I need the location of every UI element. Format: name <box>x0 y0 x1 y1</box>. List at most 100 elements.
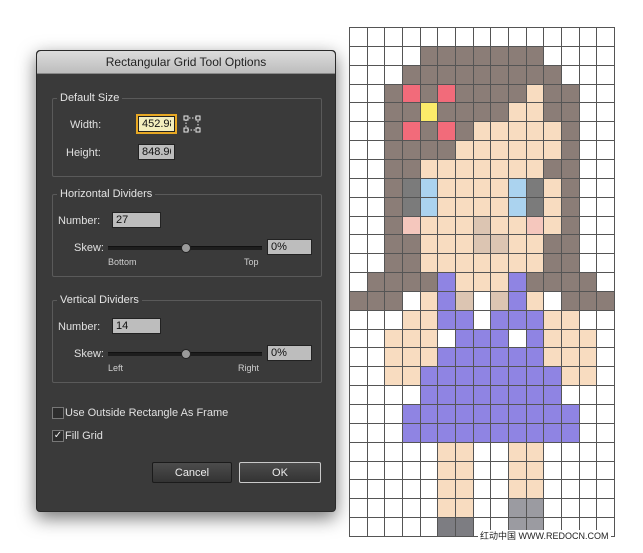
grid-cell <box>385 178 403 198</box>
fill-grid-checkbox[interactable]: ✓ <box>52 430 64 442</box>
grid-cell <box>350 84 368 104</box>
grid-cell <box>402 273 421 292</box>
use-outside-rect-checkbox[interactable] <box>52 407 64 419</box>
grid-cell <box>438 254 456 274</box>
grid-cell <box>455 46 474 66</box>
vertical-dividers-group: Vertical Dividers <box>52 293 322 383</box>
vertical-skew-min-label: Left <box>108 363 124 373</box>
grid-cell <box>438 141 456 160</box>
height-field[interactable] <box>138 144 175 160</box>
grid-cell <box>367 310 386 330</box>
height-label: Height: <box>66 147 101 159</box>
grid-cell <box>402 480 421 500</box>
grid-cell <box>579 178 598 198</box>
grid-cell <box>473 197 492 217</box>
grid-cell <box>544 65 562 85</box>
grid-cell <box>367 405 386 424</box>
grid-cell <box>579 159 598 179</box>
grid-cell <box>491 461 509 481</box>
grid-cell <box>473 273 492 292</box>
grid-cell <box>367 46 386 66</box>
grid-cell <box>579 405 598 424</box>
grid-cell <box>508 499 527 519</box>
grid-cell <box>350 348 368 368</box>
grid-cell <box>526 442 545 462</box>
grid-cell <box>561 235 580 255</box>
grid-cell <box>597 216 615 236</box>
width-field[interactable] <box>138 116 175 132</box>
grid-cell <box>402 178 421 198</box>
grid-cell <box>473 46 492 66</box>
grid-cell <box>367 178 386 198</box>
grid-cell <box>579 65 598 85</box>
vertical-number-field[interactable] <box>112 318 161 334</box>
grid-cell <box>544 386 562 406</box>
grid-cell <box>350 46 368 66</box>
grid-cell <box>455 216 474 236</box>
grid-cell <box>385 405 403 424</box>
grid-cell <box>420 28 439 47</box>
grid-cell <box>350 423 368 443</box>
grid-cell <box>544 405 562 424</box>
grid-cell <box>491 84 509 104</box>
grid-cell <box>438 103 456 123</box>
grid-cell <box>544 348 562 368</box>
grid-cell <box>350 273 368 292</box>
grid-cell <box>597 367 615 387</box>
grid-cell <box>385 461 403 481</box>
grid-cell <box>367 159 386 179</box>
grid-cell <box>350 386 368 406</box>
grid-cell <box>350 122 368 142</box>
grid-cell <box>350 254 368 274</box>
grid-cell <box>367 273 386 292</box>
grid-cell <box>508 254 527 274</box>
grid-cell <box>402 122 421 142</box>
grid-cell <box>473 310 492 330</box>
grid-cell <box>438 499 456 519</box>
grid-cell <box>402 254 421 274</box>
grid-cell <box>367 480 386 500</box>
grid-cell <box>544 84 562 104</box>
grid-cell <box>597 28 615 47</box>
vertical-skew-field[interactable] <box>267 345 312 361</box>
grid-cell <box>597 273 615 292</box>
grid-cell <box>597 159 615 179</box>
grid-cell <box>350 480 368 500</box>
grid-cell <box>385 386 403 406</box>
grid-cell <box>420 178 439 198</box>
grid-cell <box>544 122 562 142</box>
grid-cell <box>350 159 368 179</box>
grid-cell <box>420 65 439 85</box>
grid-cell <box>438 461 456 481</box>
grid-cell <box>597 329 615 349</box>
ok-button[interactable]: OK <box>239 462 321 483</box>
grid-cell <box>367 254 386 274</box>
horizontal-skew-field[interactable] <box>267 239 312 255</box>
horizontal-number-field[interactable] <box>112 212 161 228</box>
grid-cell <box>597 103 615 123</box>
grid-cell <box>367 84 386 104</box>
constrain-proportions-icon[interactable] <box>183 115 201 133</box>
grid-cell <box>526 310 545 330</box>
grid-cell <box>402 28 421 47</box>
grid-cell <box>597 254 615 274</box>
grid-cell <box>350 291 368 311</box>
grid-cell <box>579 103 598 123</box>
grid-cell <box>350 367 368 387</box>
grid-cell <box>491 254 509 274</box>
grid-cell <box>561 386 580 406</box>
grid-cell <box>597 122 615 142</box>
grid-cell <box>385 254 403 274</box>
horizontal-skew-knob[interactable] <box>181 243 191 253</box>
grid-cell <box>350 197 368 217</box>
grid-cell <box>367 518 386 537</box>
grid-cell <box>561 273 580 292</box>
vertical-skew-knob[interactable] <box>181 349 191 359</box>
vertical-dividers-title: Vertical Dividers <box>57 293 142 307</box>
grid-cell <box>491 329 509 349</box>
grid-cell <box>385 141 403 160</box>
grid-cell <box>402 159 421 179</box>
grid-cell <box>367 28 386 47</box>
grid-cell <box>473 254 492 274</box>
cancel-button[interactable]: Cancel <box>152 462 232 483</box>
